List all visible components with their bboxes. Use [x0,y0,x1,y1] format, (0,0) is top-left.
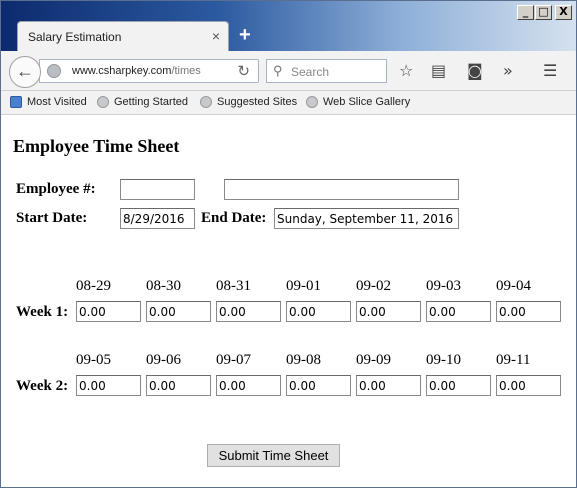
reading-list-icon[interactable]: ▤ [431,61,446,80]
week1-hours-input[interactable]: 0.00 [76,301,141,322]
week2-day-label: 09-09 [356,352,391,368]
browser-window: _ □ X Salary Estimation × + www.csharpke… [0,0,577,488]
week2-day-label: 09-07 [216,352,251,368]
week1-day-label: 08-30 [146,278,181,294]
bookmark-star-icon[interactable]: ☆ [399,61,413,80]
bookmark-most-visited[interactable]: Most Visited [10,96,87,108]
week2-hours-input[interactable]: 0.00 [76,375,141,396]
bookmark-label: Getting Started [114,96,188,108]
week2-hours-input[interactable]: 0.00 [356,375,421,396]
week1-day-label: 09-03 [426,278,461,294]
back-button[interactable]: ← [9,56,41,88]
week2-hours-input[interactable]: 0.00 [496,375,561,396]
week1-day-label: 08-31 [216,278,251,294]
week1-label: Week 1: [16,304,69,320]
week1-hours-input[interactable]: 0.00 [286,301,351,322]
globe-icon [200,96,212,108]
bookmark-web-slice-gallery[interactable]: Web Slice Gallery [306,96,410,108]
week1-hours-input[interactable]: 0.00 [146,301,211,322]
tab-title: Salary Estimation [28,30,122,44]
week2-day-label: 09-06 [146,352,181,368]
search-input[interactable]: ⚲ Search [266,59,387,83]
start-date-field[interactable]: 8/29/2016 [120,208,195,229]
week2-hours-input[interactable]: 0.00 [146,375,211,396]
week1-hours-input[interactable]: 0.00 [496,301,561,322]
week2-hours-input[interactable]: 0.00 [426,375,491,396]
browser-tab[interactable]: Salary Estimation × [17,21,229,51]
week2-day-label: 09-10 [426,352,461,368]
week1-hours-input[interactable]: 0.00 [356,301,421,322]
week1-hours-input[interactable]: 0.00 [426,301,491,322]
bookmark-getting-started[interactable]: Getting Started [97,96,188,108]
bookmark-label: Suggested Sites [217,96,298,108]
window-controls: _ □ X [517,5,572,20]
start-date-label: Start Date: [16,210,88,226]
globe-icon [97,96,109,108]
end-date-label: End Date: [201,210,267,226]
globe-icon [306,96,318,108]
submit-time-sheet-button[interactable]: Submit Time Sheet [207,444,340,467]
maximize-button[interactable]: □ [535,5,552,20]
back-arrow-icon: ← [16,61,34,81]
new-tab-icon[interactable]: + [239,24,251,47]
employee-number-field[interactable] [120,179,195,200]
week2-label: Week 2: [16,378,69,394]
page-content: Employee Time Sheet Employee #: Start Da… [1,116,576,487]
page-title: Employee Time Sheet [13,136,180,156]
tab-close-icon[interactable]: × [212,28,220,44]
reload-icon[interactable]: ↻ [237,62,250,80]
url-bar[interactable]: www.csharpkey.com/times ↻ [39,59,259,83]
week1-day-label: 09-01 [286,278,321,294]
end-date-field[interactable]: Sunday, September 11, 2016 [274,208,459,229]
close-window-button[interactable]: X [555,5,572,20]
bookmark-label: Web Slice Gallery [323,96,411,108]
url-text: www.csharpkey.com/times [72,65,201,77]
overflow-chevron-icon[interactable]: » [503,61,513,80]
week2-hours-input[interactable]: 0.00 [286,375,351,396]
week1-day-label: 08-29 [76,278,111,294]
menu-icon[interactable]: ☰ [543,61,557,80]
navigation-toolbar: www.csharpkey.com/times ↻ ← ⚲ Search ☆ ▤… [1,51,576,91]
week1-hours-input[interactable]: 0.00 [216,301,281,322]
week1-day-label: 09-02 [356,278,391,294]
bookmarks-toolbar: Most Visited Getting Started Suggested S… [1,91,576,115]
week2-day-label: 09-08 [286,352,321,368]
minimize-button[interactable]: _ [517,5,534,20]
most-visited-icon [10,96,22,108]
search-placeholder: Search [291,65,330,79]
employee-number-label: Employee #: [16,181,96,197]
employee-name-field[interactable] [224,179,459,200]
week2-day-label: 09-11 [496,352,531,368]
bookmark-suggested-sites[interactable]: Suggested Sites [200,96,297,108]
bookmark-label: Most Visited [27,96,87,108]
globe-icon [47,64,61,78]
search-icon: ⚲ [273,63,283,78]
pocket-icon[interactable]: ◙ [467,61,483,80]
week1-day-label: 09-04 [496,278,531,294]
week2-day-label: 09-05 [76,352,111,368]
week2-hours-input[interactable]: 0.00 [216,375,281,396]
title-bar: _ □ X Salary Estimation × + [1,1,576,51]
